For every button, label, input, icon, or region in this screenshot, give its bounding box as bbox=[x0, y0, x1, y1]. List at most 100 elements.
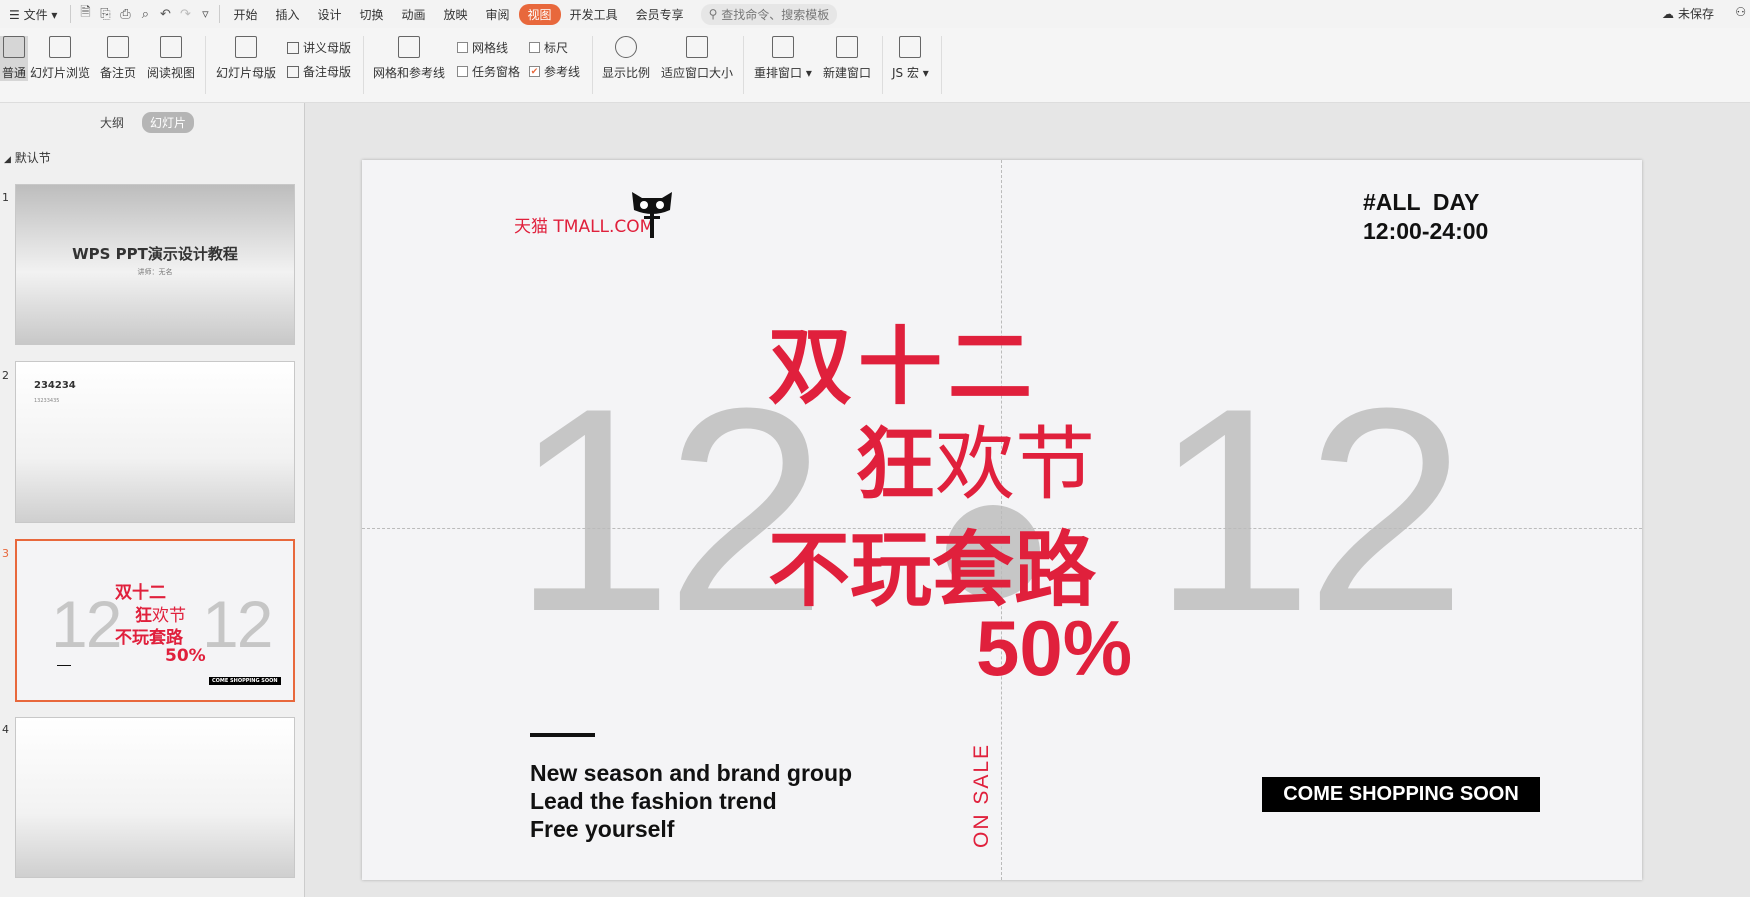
notes-page-label: 备注页 bbox=[100, 66, 137, 80]
tab-outline[interactable]: 大纲 bbox=[92, 112, 132, 133]
thumb-subtitle: 13233435 bbox=[34, 398, 60, 404]
fit-window-button[interactable]: 适应窗口大小 bbox=[661, 36, 733, 81]
section-label: 默认节 bbox=[14, 151, 51, 165]
slide-thumbnail-2[interactable]: 234234 13233435 bbox=[15, 361, 295, 523]
ruler-label: 标尺 bbox=[544, 41, 569, 55]
file-menu-label: 文件 bbox=[23, 7, 48, 22]
tab-transitions[interactable]: 切换 bbox=[350, 6, 392, 23]
js-macro-icon bbox=[899, 36, 922, 58]
tab-insert[interactable]: 插入 bbox=[266, 6, 308, 23]
slide-thumbnail-3[interactable]: 12 12 双十二 狂欢节 不玩套路 50% COME SHOPPING SOO… bbox=[15, 539, 295, 702]
slide-master-label: 幻灯片母版 bbox=[216, 66, 277, 80]
js-macro-label: JS 宏 ▾ bbox=[892, 66, 929, 80]
tab-design[interactable]: 设计 bbox=[308, 6, 350, 23]
normal-view-icon bbox=[3, 36, 25, 58]
all-day-hours: #ALL DAY 12:00-24:00 bbox=[1363, 189, 1489, 244]
notes-master-icon bbox=[287, 65, 299, 78]
guides-label: 参考线 bbox=[544, 65, 581, 79]
rearrange-windows-button[interactable]: 重排窗口 ▾ bbox=[754, 36, 812, 81]
tab-slides[interactable]: 幻灯片 bbox=[142, 112, 195, 133]
search-icon: ⚲ bbox=[708, 7, 718, 21]
slide-number: 1 bbox=[2, 191, 9, 204]
tab-home[interactable]: 开始 bbox=[224, 6, 266, 23]
gridlines-label: 网格线 bbox=[472, 41, 509, 55]
print-preview-icon[interactable]: ⌕ bbox=[135, 4, 155, 24]
slides-panel: 大纲 幻灯片 ◢ 默认节 1 WPS PPT演示设计教程 讲师：无名 2 234… bbox=[0, 103, 305, 897]
thumb-headline: 双十二 bbox=[115, 583, 166, 603]
divider bbox=[70, 5, 72, 23]
grid-icon bbox=[398, 36, 420, 58]
tab-developer[interactable]: 开发工具 bbox=[561, 6, 627, 23]
slide-master-icon bbox=[235, 36, 257, 58]
new-window-label: 新建窗口 bbox=[823, 66, 872, 80]
slide-number: 3 bbox=[2, 547, 9, 560]
collapse-triangle-icon: ◢ bbox=[4, 155, 11, 165]
save-status[interactable]: ☁ 未保存 bbox=[1662, 5, 1714, 22]
handout-master-button[interactable]: 讲义母版 bbox=[287, 39, 351, 56]
print-icon[interactable]: ⎙ bbox=[115, 4, 135, 24]
file-menu[interactable]: ☰ 文件 ▾ bbox=[0, 6, 66, 23]
panel-tabs: 大纲 幻灯片 bbox=[92, 112, 195, 133]
rearrange-windows-label: 重排窗口 ▾ bbox=[754, 66, 812, 80]
notes-page-icon bbox=[107, 36, 129, 58]
tab-review[interactable]: 审阅 bbox=[477, 6, 519, 23]
guides-checkbox[interactable]: ✔ 参考线 bbox=[529, 63, 580, 80]
tab-slideshow[interactable]: 放映 bbox=[435, 6, 477, 23]
headline-line2: 狂欢节 bbox=[855, 418, 1095, 511]
share-icon[interactable]: ⚇ bbox=[1735, 5, 1746, 19]
come-shopping-soon-badge: COME SHOPPING SOON bbox=[1262, 777, 1540, 812]
notes-master-button[interactable]: 备注母版 bbox=[287, 63, 351, 80]
export-pdf-icon[interactable]: ⎘ bbox=[95, 4, 115, 24]
task-pane-checkbox[interactable]: 任务窗格 bbox=[457, 63, 520, 80]
slide-thumbnail-1[interactable]: WPS PPT演示设计教程 讲师：无名 bbox=[15, 184, 295, 345]
tab-view[interactable]: 视图 bbox=[518, 3, 561, 25]
grid-guides-label: 网格和参考线 bbox=[373, 66, 446, 80]
checkbox-unchecked-icon bbox=[529, 42, 540, 53]
rearrange-windows-icon bbox=[771, 36, 794, 58]
new-window-icon bbox=[836, 36, 858, 58]
divider bbox=[219, 5, 221, 23]
slide-thumbnail-4[interactable] bbox=[15, 717, 295, 878]
current-slide[interactable]: 12 12 天猫 TMALL.COM #ALL DAY 12:00-24:00 … bbox=[362, 160, 1642, 880]
search-placeholder: 查找命令、搜索模板 bbox=[721, 7, 830, 22]
normal-view-button[interactable]: 普通 bbox=[0, 36, 29, 81]
notes-page-button[interactable]: 备注页 bbox=[100, 36, 136, 81]
discount-percent: 50% bbox=[976, 604, 1133, 692]
tmall-cat-icon bbox=[632, 192, 672, 238]
thumb-headline: 不玩套路 bbox=[115, 628, 183, 648]
redo-icon[interactable]: ↷ bbox=[175, 4, 195, 24]
accent-bar bbox=[530, 733, 595, 737]
thumb-subtitle: 讲师：无名 bbox=[137, 268, 173, 276]
slide-master-button[interactable]: 幻灯片母版 bbox=[216, 36, 276, 81]
normal-view-label: 普通 bbox=[2, 66, 27, 80]
slide-sorter-icon bbox=[49, 36, 71, 58]
slide-number: 4 bbox=[2, 723, 9, 736]
tab-member[interactable]: 会员专享 bbox=[627, 6, 693, 23]
js-macro-button[interactable]: JS 宏 ▾ bbox=[892, 36, 929, 81]
divider bbox=[205, 36, 206, 94]
zoom-button[interactable]: 显示比例 bbox=[602, 36, 650, 81]
thumb-bar bbox=[57, 665, 71, 666]
tagline-3: Free yourself bbox=[530, 816, 675, 842]
tab-animations[interactable]: 动画 bbox=[393, 6, 435, 23]
section-header[interactable]: ◢ 默认节 bbox=[4, 149, 51, 166]
thumb-cta: COME SHOPPING SOON bbox=[209, 677, 281, 685]
task-pane-label: 任务窗格 bbox=[472, 65, 521, 79]
reading-view-button[interactable]: 阅读视图 bbox=[147, 36, 195, 81]
customize-quick-access-icon[interactable]: ▿ bbox=[195, 4, 215, 24]
on-sale-vertical-text: ON SALE bbox=[970, 742, 993, 848]
new-window-button[interactable]: 新建窗口 bbox=[823, 36, 871, 81]
slide-number: 2 bbox=[2, 369, 9, 382]
save-icon[interactable]: 🗎 bbox=[75, 4, 95, 24]
command-search[interactable]: ⚲ 查找命令、搜索模板 bbox=[700, 3, 838, 25]
handout-master-label: 讲义母版 bbox=[303, 41, 352, 55]
slide-sorter-button[interactable]: 幻灯片浏览 bbox=[30, 36, 90, 81]
grid-guides-button[interactable]: 网格和参考线 bbox=[373, 36, 445, 81]
ruler-checkbox[interactable]: 标尺 bbox=[529, 39, 568, 56]
thumb-title: 234234 bbox=[34, 380, 76, 391]
gridlines-checkbox[interactable]: 网格线 bbox=[457, 39, 508, 56]
menu-bar: ☰ 文件 ▾ 🗎 ⎘ ⎙ ⌕ ↶ ↷ ▿ 开始 插入 设计 切换 动画 放映 审… bbox=[0, 0, 1750, 28]
undo-icon[interactable]: ↶ bbox=[155, 4, 175, 24]
thumb-headline: 50% bbox=[165, 646, 206, 666]
cloud-icon: ☁ bbox=[1661, 6, 1674, 21]
